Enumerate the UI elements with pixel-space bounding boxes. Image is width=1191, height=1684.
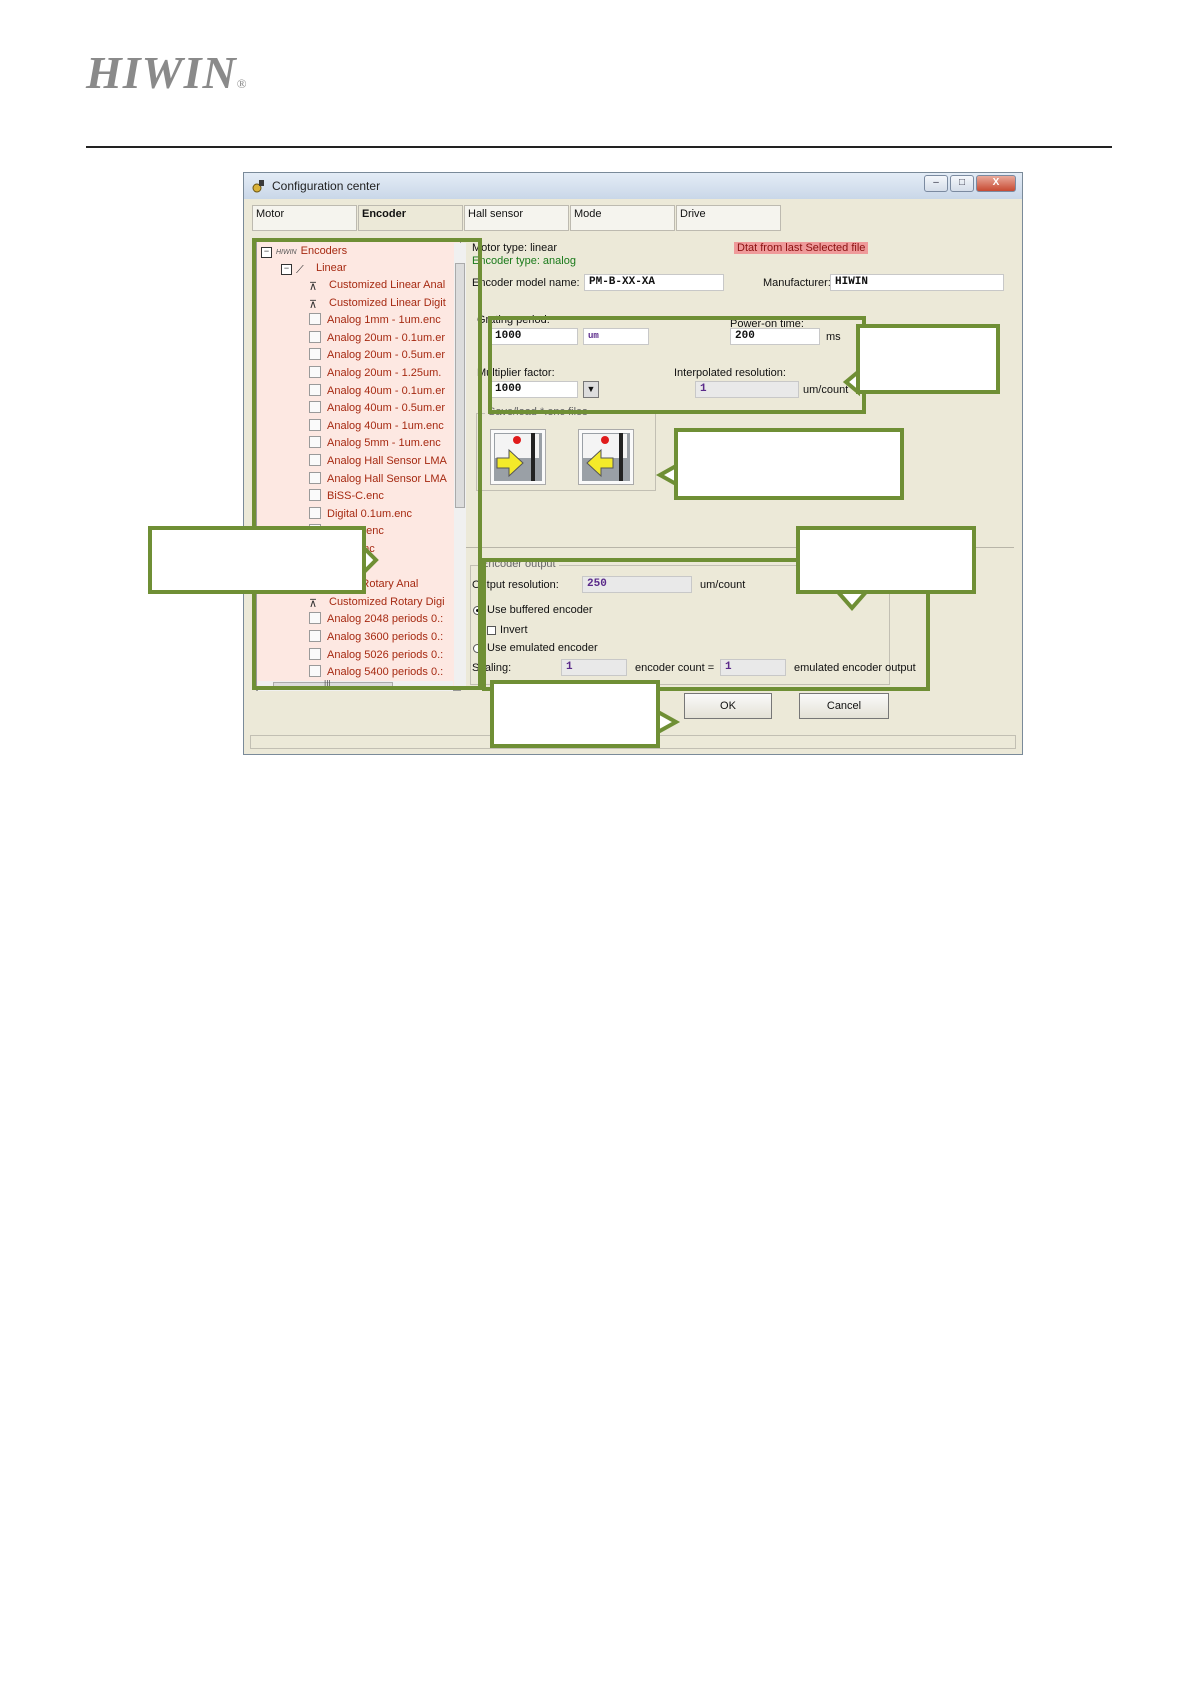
callout-pointers bbox=[362, 367, 871, 736]
